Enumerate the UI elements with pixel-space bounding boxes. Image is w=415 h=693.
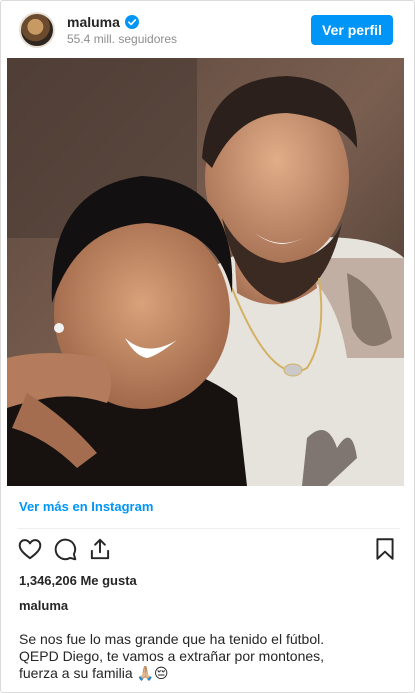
bookmark-icon[interactable]: [372, 536, 398, 562]
avatar[interactable]: [19, 12, 55, 48]
follower-count: 55.4 mill. seguidores: [67, 32, 178, 46]
username-row: maluma: [67, 13, 139, 31]
caption-line: fuerza a su familia 🙏🏼😔: [19, 665, 169, 681]
post-photo[interactable]: [7, 58, 404, 486]
caption-line: Se nos fue lo mas grande que ha tenido e…: [19, 631, 325, 647]
verified-badge-icon: [124, 15, 139, 29]
post-header: maluma 55.4 mill. seguidores Ver perfil: [1, 1, 414, 57]
caption-username[interactable]: maluma: [19, 598, 68, 613]
view-more-on-instagram-link[interactable]: Ver más en Instagram: [19, 499, 153, 514]
divider: [17, 528, 400, 529]
comment-icon[interactable]: [52, 536, 78, 562]
caption-line: QEPD Diego, te vamos a extrañar por mont…: [19, 648, 325, 664]
instagram-embed-card: maluma 55.4 mill. seguidores Ver perfil: [0, 0, 415, 693]
view-profile-button[interactable]: Ver perfil: [311, 15, 393, 45]
action-bar: [1, 536, 414, 566]
username[interactable]: maluma: [67, 14, 120, 30]
likes-count[interactable]: 1,346,206 Me gusta: [19, 573, 137, 588]
heart-icon[interactable]: [17, 536, 43, 562]
post-caption: Se nos fue lo mas grande que ha tenido e…: [19, 631, 399, 682]
share-icon[interactable]: [87, 536, 113, 562]
